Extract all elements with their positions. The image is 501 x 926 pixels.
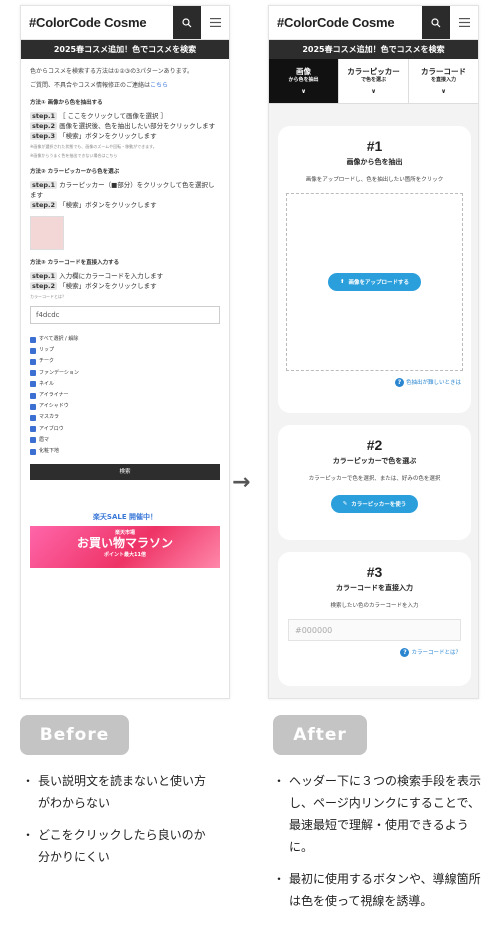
contact-text: ご質問、不具合やコスメ情報修正のご連絡は <box>30 82 151 89</box>
card-number: #2 <box>366 437 383 453</box>
menu-icon[interactable] <box>201 6 229 39</box>
menu-icon[interactable] <box>450 6 478 39</box>
header: #ColorCode Cosme <box>21 6 229 40</box>
category-checkbox[interactable]: マスカラ <box>30 412 220 423</box>
step-label: step.1 <box>30 272 58 280</box>
category-checkbox[interactable]: リップ <box>30 345 220 356</box>
sale-main: お買い物マラソン <box>76 536 173 551</box>
chevron-down-icon: ∨ <box>301 87 306 95</box>
card-image: #1 画像から色を抽出 画像をアップロードし、色を抽出したい箇所をクリック ⬆ 画… <box>278 126 471 413</box>
step-text: カラーピッカー（■部分）をクリックして色を選択します <box>30 181 215 199</box>
step-text: 画像を選択後、色を抽出したい部分をクリックします <box>59 122 216 130</box>
step-label: step.2 <box>30 201 58 209</box>
card-number: #3 <box>366 564 383 580</box>
after-notes: ヘッダー下に３つの検索手段を表示し、ページ内リンクにすることで、最速最短で理解・… <box>273 770 485 922</box>
card-desc: 検索したい色のカラーコードを入力 <box>330 603 419 609</box>
eyedropper-icon: ✎ <box>342 501 348 507</box>
category-list: すべて選択 / 解除 リップ チーク ファンデーション ネイル アイライナー ア… <box>30 334 220 457</box>
sale-title: 楽天SALE 開催中！ <box>92 513 158 522</box>
method-tabs: 画像 から色を抽出 ∨ カラーピッカー で色を選ぶ ∨ カラーコード を直接入力 ∨ <box>269 59 478 104</box>
category-checkbox[interactable]: ファンデーション <box>30 368 220 379</box>
method2-section: 方法② カラーピッカーから色を選ぶ step.1 カラーピッカー（■部分）をクリ… <box>30 168 220 250</box>
chevron-down-icon: ∨ <box>441 87 446 95</box>
before-screen: #ColorCode Cosme 2025春コスメ追加！色でコスメを検索 色から… <box>20 5 230 699</box>
step-label: step.2 <box>30 122 58 130</box>
category-checkbox[interactable]: すべて選択 / 解除 <box>30 334 220 345</box>
before-label: Before <box>20 715 129 755</box>
method3-section: 方法③ カラーコードを直接入力する step.1 入力欄にカラーコードを入力しま… <box>30 259 220 324</box>
note-item: ヘッダー下に３つの検索手段を表示し、ページ内リンクにすることで、最速最短で理解・… <box>273 770 485 858</box>
card-title: カラーコードを直接入力 <box>336 584 413 592</box>
after-screen: #ColorCode Cosme 2025春コスメ追加！色でコスメを検索 画像か… <box>268 5 479 699</box>
after-label: After <box>273 715 367 755</box>
color-code-input[interactable]: f4dcdc <box>30 306 220 324</box>
image-drop-zone[interactable]: ⬆ 画像をアップロードする <box>286 193 463 371</box>
method3-heading: 方法③ カラーコードを直接入力する <box>30 260 120 266</box>
step-text: 「検索」ボタンをクリックします <box>59 132 157 140</box>
method1-section: 方法① 画像から色を抽出する step.1 ［ ここをクリックして画像を選択 ］… <box>30 99 220 159</box>
method1-note-link[interactable]: ※画像からうまく色を抽出できない場合はこちら <box>30 153 220 159</box>
card-title: 画像から色を抽出 <box>346 158 403 166</box>
step-label: step.1 <box>30 112 58 120</box>
arrow-right-icon: → <box>232 470 251 495</box>
card-number: #1 <box>366 138 383 154</box>
tab-color-picker[interactable]: カラーピッカー で色を選ぶ ∨ <box>338 59 408 103</box>
logo[interactable]: #ColorCode Cosme <box>21 15 147 30</box>
step-text: 「検索」ボタンをクリックします <box>59 201 157 209</box>
note-item: 長い説明文を読まないと使い方がわからない <box>22 770 212 814</box>
sale-points: ポイント最大11倍 <box>104 552 146 559</box>
announcement-banner: 2025春コスメ追加！色でコスメを検索 <box>269 40 478 59</box>
category-checkbox[interactable]: アイブロウ <box>30 424 220 435</box>
header: #ColorCode Cosme <box>269 6 478 40</box>
upload-icon: ⬆ <box>339 279 345 285</box>
step-label: step.3 <box>30 132 58 140</box>
tab-color-code[interactable]: カラーコード を直接入力 ∨ <box>408 59 478 103</box>
card-desc: 画像をアップロードし、色を抽出したい箇所をクリック <box>305 177 444 183</box>
card-title: カラーピッカーで色を選ぶ <box>332 457 417 465</box>
step-label: step.1 <box>30 181 58 189</box>
chevron-down-icon: ∨ <box>371 87 376 95</box>
upload-link[interactable]: ［ ここをクリックして画像を選択 ］ <box>59 112 167 120</box>
upload-button[interactable]: ⬆ 画像をアップロードする <box>327 273 422 291</box>
sale-sub: 楽天市場 <box>114 530 135 537</box>
category-checkbox[interactable]: アイシャドウ <box>30 401 220 412</box>
announcement-banner: 2025春コスメ追加！色でコスメを検索 <box>21 40 229 59</box>
color-code-help-link[interactable]: カラーコードとは？ <box>30 294 220 300</box>
note-item: どこをクリックしたら良いのか分かりにくい <box>22 824 212 868</box>
before-notes: 長い説明文を読まないと使い方がわからない どこをクリックしたら良いのか分かりにく… <box>22 770 212 878</box>
help-icon: ? <box>394 378 404 387</box>
tab-image[interactable]: 画像 から色を抽出 ∨ <box>269 59 338 103</box>
logo[interactable]: #ColorCode Cosme <box>269 15 395 30</box>
note-item: 最初に使用するボタンや、導線箇所は色を使って視線を誘導。 <box>273 868 485 912</box>
method2-heading: 方法② カラーピッカーから色を選ぶ <box>30 169 120 175</box>
color-code-input[interactable]: #000000 <box>288 619 461 641</box>
color-picker-swatch[interactable] <box>30 216 64 250</box>
intro-text: 色からコスメを検索する方法は①②③の3パターンあります。 <box>30 68 194 75</box>
category-checkbox[interactable]: チーク <box>30 356 220 367</box>
card-color-picker: #2 カラーピッカーで色を選ぶ カラーピッカーで色を選択、または、好みの色を選択… <box>278 425 471 540</box>
contact-link[interactable]: こちら <box>150 82 168 89</box>
color-code-help-link[interactable]: ? カラーコードとは？ <box>278 648 471 657</box>
category-checkbox[interactable]: ネイル <box>30 379 220 390</box>
search-icon[interactable] <box>422 6 450 39</box>
method1-heading: 方法① 画像から色を抽出する <box>30 100 103 106</box>
search-icon[interactable] <box>173 6 201 39</box>
method1-note: ※画像が選択された状態でも、画像のズームや回転・移動ができます。 <box>30 144 157 149</box>
card-color-code: #3 カラーコードを直接入力 検索したい色のカラーコードを入力 #000000 … <box>278 552 471 686</box>
category-checkbox[interactable]: 眉マ <box>30 435 220 446</box>
search-button[interactable]: 検索 <box>30 464 220 481</box>
sale-banner[interactable]: 楽天市場 お買い物マラソン ポイント最大11倍 <box>30 526 220 569</box>
extract-help-link[interactable]: ? 色抽出が難しいときは <box>278 378 471 387</box>
card-desc: カラーピッカーで色を選択、または、好みの色を選択 <box>308 476 441 482</box>
step-label: step.2 <box>30 282 58 290</box>
color-picker-button[interactable]: ✎ カラーピッカーを使う <box>330 495 419 513</box>
step-text: 「検索」ボタンをクリックします <box>59 282 157 290</box>
step-text: 入力欄にカラーコードを入力します <box>59 272 164 280</box>
category-checkbox[interactable]: アイライナー <box>30 390 220 401</box>
help-icon: ? <box>400 648 410 657</box>
category-checkbox[interactable]: 化粧下地 <box>30 446 220 457</box>
